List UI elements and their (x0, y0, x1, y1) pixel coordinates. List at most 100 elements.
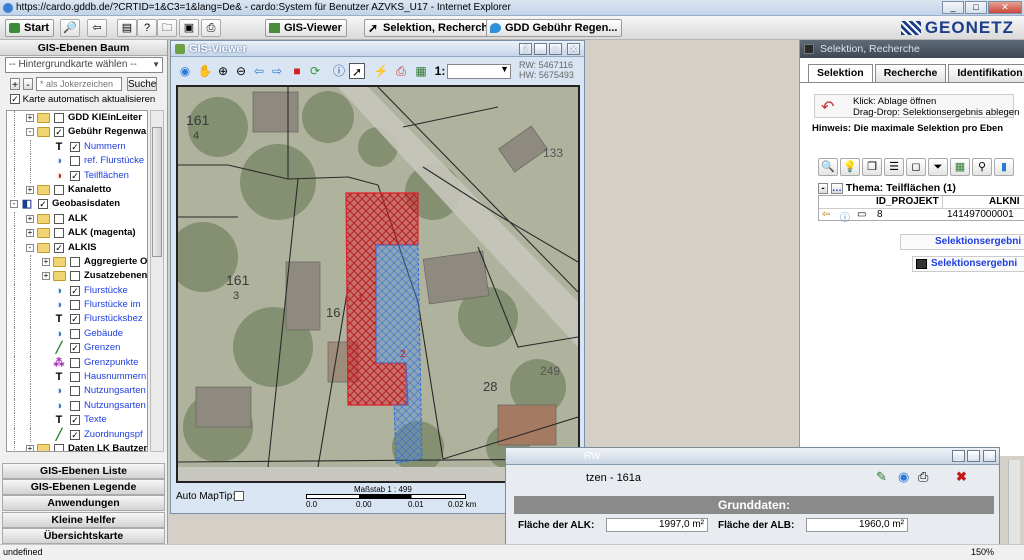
selektion-recherche-button[interactable]: ➚ Selektion, Recherche (364, 19, 500, 37)
refresh-icon[interactable]: ⟳ (307, 63, 323, 79)
close-window-button[interactable]: ✕ (567, 43, 580, 55)
layer-visibility-checkbox[interactable] (54, 213, 64, 224)
map-canvas[interactable]: 161 4 161 3 16 1 2 28 249 133 (176, 85, 580, 483)
help-button[interactable]: ? (519, 43, 532, 55)
book-icon[interactable]: ▮ (994, 158, 1014, 176)
layer-tree-item[interactable]: + Zusatzebenen (7, 269, 147, 284)
layer-visibility-checkbox[interactable] (70, 372, 80, 383)
alk-area-field[interactable]: 1997,0 m² (606, 518, 708, 532)
minimize-button[interactable]: _ (942, 1, 964, 14)
layer-tree-item[interactable]: + GDD KlEinLeiter (7, 111, 147, 126)
background-map-select[interactable]: -- Hintergrundkarte wählen -- ▼ (5, 57, 163, 73)
maximize-window-button[interactable]: □ (549, 43, 562, 55)
layer-visibility-checkbox[interactable] (70, 357, 80, 368)
arrow-right-icon[interactable]: ⇨ (269, 63, 285, 79)
tab-recherche[interactable]: Recherche (874, 64, 947, 82)
layer-tree-item[interactable]: T ✓ Texte (7, 413, 147, 428)
accordion-header[interactable]: GIS-Ebenen Legende (2, 479, 165, 496)
layer-visibility-checkbox[interactable]: ✓ (70, 429, 80, 440)
layer-tree-item[interactable]: T ✓ Flurstücksbez (7, 312, 147, 327)
layer-tree-item[interactable]: + Aggregierte O (7, 254, 147, 270)
layer-visibility-checkbox[interactable] (54, 113, 64, 123)
zoom-selection-icon[interactable]: 🔍 (818, 158, 838, 176)
zoom-level[interactable]: 150% (971, 545, 994, 560)
scale-select[interactable]: ▼ (447, 64, 511, 79)
search-button[interactable]: Suche (127, 77, 157, 91)
layer-visibility-checkbox[interactable] (70, 256, 80, 267)
document-icon[interactable]: ▤ (117, 19, 137, 37)
info-icon[interactable]: ⓘ (840, 209, 850, 224)
selektion-panel-titlebar[interactable]: Selektion, Recherche (800, 40, 1024, 58)
arrow-left-icon[interactable]: ⇦ (822, 209, 830, 220)
parcel-info-titlebar[interactable]: RW _ □ ✕ (506, 448, 999, 465)
selektionsergebnis-link-2[interactable]: Selektionsergebni (912, 256, 1024, 272)
layer-visibility-checkbox[interactable]: ✓ (38, 199, 48, 210)
list-icon[interactable]: ☰ (884, 158, 904, 176)
layer-tree-item[interactable]: - ◧ ✓ Geobasisdaten (7, 197, 147, 211)
maximize-window-button[interactable]: □ (967, 450, 980, 462)
layer-tree-item[interactable]: ╱ ✓ Grenzen (7, 341, 147, 356)
layer-visibility-checkbox[interactable] (54, 443, 64, 451)
delete-icon[interactable]: ✖ (956, 469, 967, 485)
layer-visibility-checkbox[interactable] (70, 271, 80, 282)
start-button[interactable]: Start (5, 19, 55, 37)
layer-visibility-checkbox[interactable]: ✓ (70, 285, 80, 296)
expand-icon[interactable]: + (42, 257, 50, 266)
close-window-button[interactable]: ✕ (983, 450, 996, 462)
globe-icon[interactable]: ◉ (898, 469, 909, 485)
highlight-icon[interactable]: 💡 (840, 158, 860, 176)
tab-selektion[interactable]: Selektion (808, 64, 873, 82)
alb-area-field[interactable]: 1960,0 m² (806, 518, 908, 532)
search-icon[interactable]: 🔎 (60, 19, 80, 37)
globe-icon[interactable]: ◉ (177, 63, 193, 79)
expand-icon[interactable]: + (26, 444, 34, 451)
export-icon[interactable]: ▦ (413, 63, 429, 79)
accordion-header[interactable]: Anwendungen (2, 495, 165, 512)
layer-tree-item[interactable]: - ✓ Gebühr Regenwa (7, 125, 147, 140)
layer-tree-item[interactable]: ╱ ✓ Zuordnungspf (7, 427, 147, 442)
stop-icon[interactable]: ■ (289, 63, 305, 79)
page-scrollbar[interactable] (1008, 460, 1020, 544)
print-icon[interactable]: ⎙ (918, 469, 928, 485)
layer-visibility-checkbox[interactable]: ✓ (70, 170, 80, 181)
arrow-left-icon[interactable]: ⇦ (251, 63, 267, 79)
locate-icon[interactable]: ▭ (857, 209, 866, 220)
measure-icon[interactable]: ⚡ (373, 63, 389, 79)
zoom-out-icon[interactable]: ⊖ (233, 63, 249, 79)
layer-tree-item[interactable]: T ✓ Nummern (7, 139, 147, 155)
layer-visibility-checkbox[interactable]: ✓ (54, 127, 64, 138)
table-row[interactable]: ⇦ ⓘ ▭ 8 141497000001 (819, 209, 1024, 224)
zoom-in-icon[interactable]: ⊕ (215, 63, 231, 79)
copy-icon[interactable]: ❐ (862, 158, 882, 176)
save-icon[interactable]: ▣ (179, 19, 199, 37)
layer-tree-item[interactable]: ◑ Gebäude (7, 326, 147, 342)
layer-tree-scrollbar[interactable] (150, 110, 164, 452)
scrollbar-thumb[interactable] (152, 127, 162, 257)
collapse-icon[interactable]: - (10, 200, 18, 209)
gdd-gebuehr-button[interactable]: GDD Gebühr Regen... (486, 19, 623, 37)
collapse-icon[interactable]: - (26, 243, 34, 252)
layer-visibility-checkbox[interactable]: ✓ (70, 141, 80, 152)
layer-visibility-checkbox[interactable] (54, 228, 64, 239)
auto-update-checkbox[interactable]: ✓ (10, 94, 20, 105)
edit-icon[interactable]: ✎ (876, 469, 887, 485)
layer-search-input[interactable] (36, 77, 122, 91)
collapse-icon[interactable]: - (26, 128, 34, 137)
pan-hand-icon[interactable]: ✋ (197, 63, 213, 79)
layer-visibility-checkbox[interactable]: ✓ (70, 343, 80, 354)
layer-visibility-checkbox[interactable] (70, 156, 80, 167)
maximize-button[interactable]: □ (965, 1, 987, 14)
minimize-window-button[interactable]: _ (534, 43, 547, 55)
layer-visibility-checkbox[interactable] (54, 184, 64, 195)
layer-tree-item[interactable]: ◑ ✓ Teilflächen (7, 168, 147, 183)
expand-all-button[interactable]: + (10, 78, 20, 91)
layer-tree-item[interactable]: + ALK (magenta) (7, 226, 147, 241)
auto-maptip-checkbox[interactable] (234, 491, 244, 501)
accordion-header[interactable]: Übersichtskarte (2, 527, 165, 544)
minimize-window-button[interactable]: _ (952, 450, 965, 462)
layer-tree-item[interactable]: - ✓ ALKIS (7, 240, 147, 255)
layer-tree-item[interactable]: ◑ Nutzungsarten (7, 384, 147, 399)
expand-icon[interactable]: + (42, 272, 50, 281)
clear-icon[interactable]: ◻ (906, 158, 926, 176)
layer-visibility-checkbox[interactable] (70, 400, 80, 411)
